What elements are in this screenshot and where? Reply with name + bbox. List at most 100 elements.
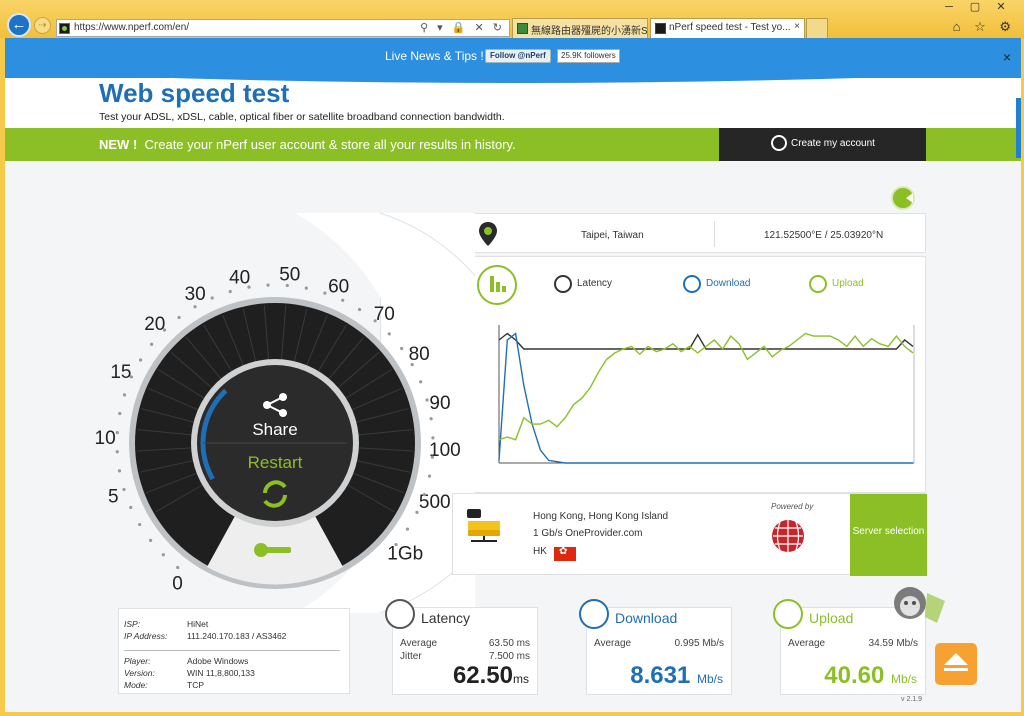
legend-label: Upload — [832, 278, 864, 289]
page-subtitle: Test your ADSL, xDSL, cable, optical fib… — [99, 111, 505, 123]
server-icon — [467, 509, 500, 542]
create-account-button[interactable]: Create my account — [719, 128, 926, 161]
promo-message: Create your nPerf user account & store a… — [144, 137, 516, 152]
gauge-scale-label: 0 — [172, 573, 183, 594]
isp-key: Version: — [124, 668, 155, 678]
gauge-dot — [228, 289, 232, 294]
isp-key: Mode: — [124, 680, 148, 690]
gauge-dot — [425, 398, 429, 402]
tab-close-icon[interactable]: × — [794, 21, 800, 32]
site-favicon — [59, 23, 70, 34]
hk-flag-icon — [554, 546, 576, 561]
server-city: Hong Kong, Hong Kong Island — [533, 511, 669, 522]
tab-nperf[interactable]: nPerf speed test - Test yo... × — [650, 18, 805, 38]
gauge-dot — [410, 363, 414, 367]
latency-unit: ms — [513, 672, 529, 686]
isp-key: ISP: — [124, 619, 141, 629]
latency-title: Latency — [421, 610, 471, 626]
gauge-dot — [161, 553, 165, 557]
server-provider: 1 Gb/s OneProvider.com — [533, 528, 643, 539]
share-corner-icon[interactable] — [891, 186, 915, 210]
promo-bar: NEW ! Create your nPerf user account & s… — [5, 128, 1021, 161]
minimize-button[interactable]: ─ — [936, 0, 962, 14]
latency-value: 62.50ms — [453, 662, 529, 690]
tab-synology[interactable]: 無線路由器殭屍的小湧新Synol... — [512, 18, 648, 38]
gauge-dot — [210, 296, 214, 300]
gauge-dot — [373, 319, 377, 323]
promo-new-label: NEW ! — [99, 137, 138, 152]
news-text: Live News & Tips ! — [385, 49, 484, 63]
download-number: 8.631 — [630, 662, 691, 689]
followers-count: 25.9K followers — [557, 49, 620, 63]
gauge-scale-label: 30 — [185, 284, 206, 305]
share-button[interactable]: Share — [252, 420, 297, 439]
server-panel: Hong Kong, Hong Kong Island 1 Gb/s OnePr… — [452, 493, 927, 576]
gauge-dot — [150, 342, 154, 346]
gauge-dot — [341, 298, 345, 302]
address-bar[interactable]: https://www.nperf.com/en/ ⚲ ▾ 🔒 ✕ ↻ — [56, 19, 510, 37]
row-label: Average — [400, 638, 438, 649]
new-tab-button[interactable] — [806, 18, 828, 38]
gauge-scale-label: 70 — [374, 304, 395, 325]
bar-chart-icon[interactable] — [477, 265, 517, 305]
server-selection-button[interactable]: Server selection — [850, 494, 927, 576]
row-label: Average — [788, 638, 826, 649]
user-icon — [771, 135, 787, 151]
gauge-dot — [430, 455, 434, 459]
gauge-dot — [405, 527, 410, 531]
location-name: Taipei, Taiwan — [581, 230, 644, 241]
close-window-button[interactable]: ✕ — [988, 0, 1014, 14]
upload-number: 40.60 — [824, 662, 885, 689]
page-scrollbar[interactable] — [1016, 98, 1021, 158]
create-account-label: Create my account — [791, 138, 875, 149]
download-average-row: Average 0.995 Mb/s — [594, 638, 724, 649]
tab-label: nPerf speed test - Test yo... — [669, 22, 791, 33]
gauge-scale-label: 5 — [108, 487, 119, 508]
isp-key: IP Address: — [124, 631, 168, 641]
row-value: 0.995 Mb/s — [674, 638, 724, 649]
download-icon — [579, 599, 609, 629]
upload-value: 40.60 Mb/s — [824, 662, 917, 690]
gauge-dot — [118, 411, 122, 416]
speed-gauge: ShareRestart051015203040 5060708090100500… — [95, 213, 475, 613]
isp-value: WIN 11,8,800,133 — [187, 668, 255, 678]
gauge-dot — [162, 328, 167, 332]
back-button[interactable]: ← — [7, 13, 31, 37]
latency-number: 62.50 — [452, 662, 513, 689]
address-bar-icons[interactable]: ⚲ ▾ 🔒 ✕ ↻ — [420, 21, 505, 34]
gauge-scale-label: 40 — [229, 268, 250, 289]
provider-globe-icon — [772, 520, 804, 552]
gauge-dot — [122, 487, 126, 492]
gauge-dot — [427, 474, 432, 478]
news-close-icon[interactable]: × — [1003, 49, 1011, 65]
download-result-card: Download Average 0.995 Mb/s 8.631 Mb/s — [579, 599, 732, 695]
scroll-to-top-button[interactable] — [935, 643, 977, 685]
legend-label: Latency — [577, 278, 613, 289]
twitter-follow-button[interactable]: Follow @nPerf — [485, 49, 551, 63]
upload-title: Upload — [809, 610, 854, 626]
gauge-scale-label: 10 — [95, 428, 116, 449]
page-title: Web speed test — [99, 78, 290, 108]
gauge-dot — [138, 358, 143, 362]
gauge-dot — [117, 469, 122, 473]
gauge-dot — [266, 283, 270, 287]
gauge-scale-label: 80 — [409, 344, 430, 365]
isp-value: HiNet — [187, 619, 209, 629]
maximize-button[interactable]: ▢ — [962, 0, 988, 14]
download-value: 8.631 Mb/s — [630, 662, 723, 690]
isp-value: Adobe Windows — [187, 656, 249, 666]
promo-text: NEW ! Create your nPerf user account & s… — [99, 137, 516, 152]
browser-nav-icons[interactable]: ⌂ ☆ ⚙ — [953, 19, 1016, 35]
download-title: Download — [615, 610, 678, 626]
row-value: 7.500 ms — [488, 651, 530, 662]
server-country: HK — [533, 546, 547, 557]
forward-button[interactable]: ⇢ — [34, 17, 51, 34]
window-controls: ─ ▢ ✕ — [936, 0, 1014, 14]
gauge-scale-label: 20 — [144, 314, 165, 335]
gauge-scale-label: 15 — [110, 362, 131, 383]
row-label: Jitter — [400, 651, 422, 662]
upload-icon — [773, 599, 803, 629]
blog-watermark-logo — [894, 587, 945, 623]
restart-button[interactable]: Restart — [248, 453, 303, 472]
latency-jitter-row: Jitter 7.500 ms — [400, 651, 530, 662]
